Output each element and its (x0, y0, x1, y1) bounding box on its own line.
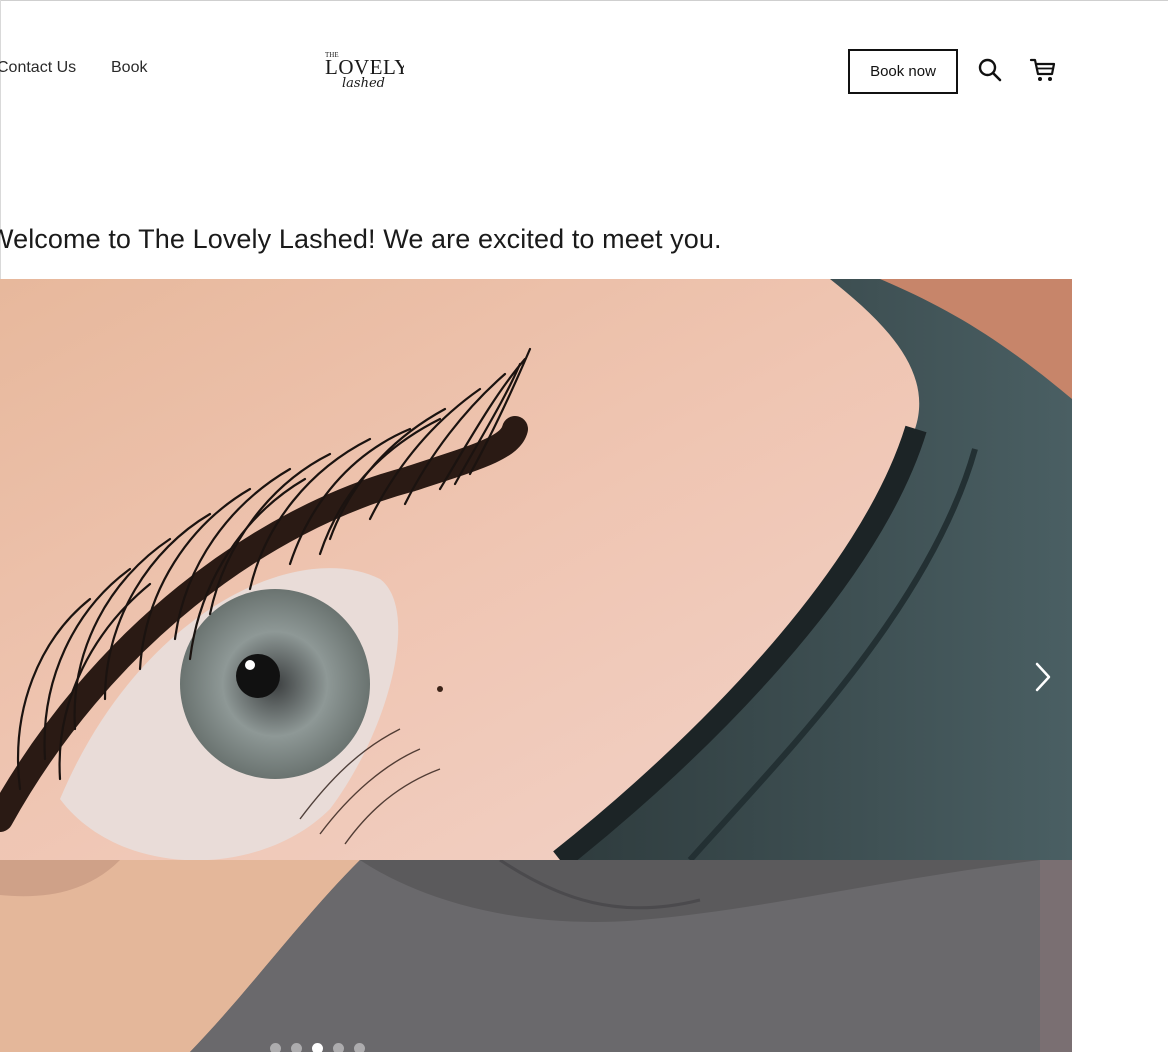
page: Contact Us Book THE LOVELY lashed Book n… (0, 0, 1168, 1052)
slideshow-dot[interactable] (291, 1043, 302, 1052)
nav-link-contact-us[interactable]: Contact Us (0, 59, 76, 77)
slideshow-dots (270, 1043, 365, 1052)
slideshow-dot[interactable] (312, 1043, 323, 1052)
search-button[interactable] (975, 55, 1005, 85)
lash-photo-illustration (0, 279, 1072, 860)
lash-extension-photo (0, 279, 1072, 860)
nav-link-book[interactable]: Book (111, 59, 147, 77)
logo-graphic: THE LOVELY lashed (325, 51, 404, 91)
chevron-right-icon (1035, 662, 1051, 692)
svg-text:lashed: lashed (342, 76, 385, 91)
slideshow-dot[interactable] (354, 1043, 365, 1052)
welcome-heading: Welcome to The Lovely Lashed! We are exc… (0, 224, 722, 254)
logo[interactable]: THE LOVELY lashed (322, 45, 404, 93)
slideshow-dot[interactable] (333, 1043, 344, 1052)
image-slideshow[interactable] (0, 279, 1072, 1052)
slideshow-dot[interactable] (270, 1043, 281, 1052)
search-icon (978, 58, 1002, 82)
top-divider (0, 0, 1168, 1)
next-slide-photo (0, 860, 1072, 1052)
cart-icon (1029, 58, 1056, 81)
cart-button[interactable] (1028, 55, 1058, 85)
slideshow-next-button[interactable] (1028, 659, 1058, 695)
book-now-button[interactable]: Book now (848, 49, 958, 94)
next-slide-illustration (0, 860, 1072, 1052)
